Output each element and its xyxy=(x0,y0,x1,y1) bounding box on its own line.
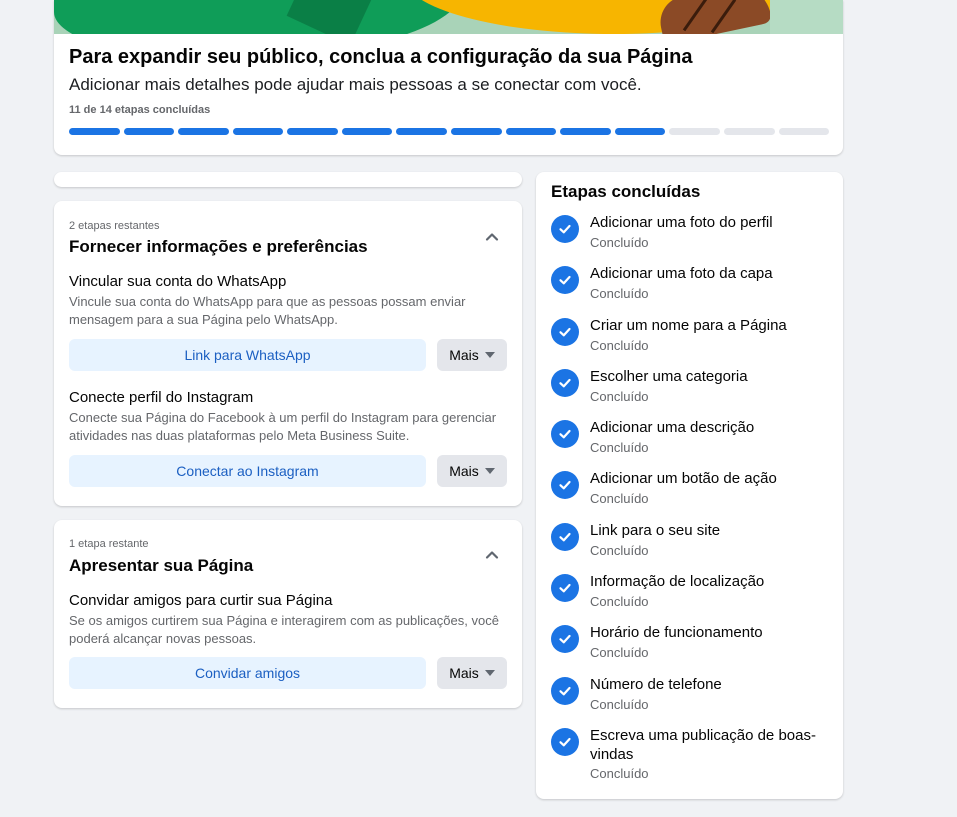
header-subtitle: Adicionar mais detalhes pode ajudar mais… xyxy=(69,75,642,94)
completed-step-status: Concluído xyxy=(590,696,649,712)
check-circle-icon xyxy=(551,215,579,243)
check-circle-icon xyxy=(551,574,579,603)
caret-down-icon xyxy=(484,352,495,358)
header-banner-illustration xyxy=(54,0,843,34)
more-button-invite[interactable]: Mais xyxy=(437,657,507,689)
completed-step-label: Informação de localização xyxy=(590,573,765,591)
completed-step-item: Criar um nome para a Página Concluído xyxy=(551,316,836,367)
setup-progress-bar xyxy=(69,128,830,135)
check-circle-icon xyxy=(551,727,579,756)
completed-step-status: Concluído xyxy=(590,645,649,661)
header-title: Para expandir seu público, conclua a con… xyxy=(69,46,693,68)
completed-step-status: Concluído xyxy=(590,235,649,250)
completed-step-item: Adicionar uma foto do perfil Concluído xyxy=(551,213,836,264)
completed-step-status: Concluído xyxy=(590,388,649,404)
check-circle-icon xyxy=(551,266,579,295)
completed-step-item: Horário de funcionamento Concluído xyxy=(551,623,836,674)
remaining-steps: 2 etapas restantes xyxy=(69,220,160,232)
chevron-up-icon[interactable] xyxy=(484,547,500,563)
progress-segment-complete xyxy=(232,128,284,135)
completed-step-item: Escreva uma publicação de boas-vindas Con… xyxy=(551,726,836,792)
more-button-instagram[interactable]: Mais xyxy=(437,455,507,487)
completed-step-item: Escolher uma categoria Concluído xyxy=(551,367,836,418)
progress-segment-complete xyxy=(560,128,611,135)
completed-step-item: Número de telefone Concluído xyxy=(551,675,836,726)
chevron-up-icon[interactable] xyxy=(484,229,500,245)
remaining-steps: 1 etapa restante xyxy=(69,538,149,550)
completed-step-status: Concluído xyxy=(590,440,649,456)
progress-segment-pending xyxy=(669,128,720,135)
completed-step-item: Informação de localização Concluído xyxy=(551,572,836,623)
check-circle-icon xyxy=(551,625,579,654)
completed-step-label: Escreva uma publicação de boas-vindas xyxy=(590,726,816,763)
progress-segment-pending xyxy=(778,128,830,135)
check-circle-icon xyxy=(551,420,579,449)
check-circle-icon xyxy=(551,676,579,705)
check-circle-icon xyxy=(551,317,579,346)
section-title: Apresentar sua Página xyxy=(69,556,254,575)
completed-step-label: Criar um nome para a Página xyxy=(590,316,787,334)
completed-steps-card: Etapas concluídas Adicionar uma foto do … xyxy=(536,172,843,799)
invite-friends-button[interactable]: Convidar amigos xyxy=(69,657,426,689)
progress-segment-complete xyxy=(614,128,666,135)
completed-step-label: Link para o seu site xyxy=(590,521,721,539)
check-circle-icon xyxy=(551,368,579,397)
progress-segment-pending xyxy=(723,128,775,135)
more-button-whatsapp[interactable]: Mais xyxy=(437,339,507,371)
check-circle-icon xyxy=(551,522,579,551)
completed-step-label: Adicionar um botão de ação xyxy=(590,470,777,488)
steps-count: 11 de 14 etapas concluídas xyxy=(69,104,211,116)
item-title-instagram: Conecte perfil do Instagram xyxy=(69,389,254,406)
item-description-invite: Se os amigos curtirem sua Página e inter… xyxy=(69,613,499,646)
progress-segment-complete xyxy=(123,128,175,135)
completed-step-label: Número de telefone xyxy=(590,675,722,693)
completed-step-label: Horário de funcionamento xyxy=(590,624,763,642)
completed-step-status: Concluído xyxy=(590,542,649,558)
caret-down-icon xyxy=(484,468,495,474)
section-card-info: 2 etapas restantes Fornecer informações … xyxy=(54,201,522,506)
caret-down-icon xyxy=(484,670,495,676)
completed-step-status: Concluído xyxy=(590,286,649,302)
setup-header-card: Para expandir seu público, conclua a con… xyxy=(54,0,843,155)
completed-step-label: Adicionar uma foto da capa xyxy=(590,265,773,283)
progress-segment-complete xyxy=(451,128,502,135)
section-card-page: 1 etapa restante Apresentar sua Página C… xyxy=(54,520,522,708)
completed-step-label: Adicionar uma descrição xyxy=(590,419,755,437)
completed-step-label: Adicionar uma foto do perfil xyxy=(590,214,773,231)
item-description-whatsapp: Vincule sua conta do WhatsApp para que a… xyxy=(69,294,466,327)
completed-step-item: Adicionar uma foto da capa Concluído xyxy=(551,264,836,315)
collapsed-card xyxy=(54,172,522,187)
completed-step-item: Adicionar uma descrição Concluído xyxy=(551,418,836,469)
connect-instagram-button[interactable]: Conectar ao Instagram xyxy=(69,455,426,487)
progress-segment-complete xyxy=(287,128,338,135)
progress-segment-complete xyxy=(341,128,393,135)
item-title-whatsapp: Vincular sua conta do WhatsApp xyxy=(69,273,287,290)
completed-step-status: Concluído xyxy=(590,765,649,781)
completed-title: Etapas concluídas xyxy=(551,182,701,201)
completed-steps-list: Adicionar uma foto do perfil Concluído Adi… xyxy=(551,213,836,792)
section-title: Fornecer informações e preferências xyxy=(69,237,368,256)
progress-segment-complete xyxy=(505,128,557,135)
more-label: Mais xyxy=(449,347,479,363)
completed-step-status: Concluído xyxy=(590,491,649,507)
link-whatsapp-button[interactable]: Link para WhatsApp xyxy=(69,339,426,371)
item-title-invite: Convidar amigos para curtir sua Página xyxy=(69,592,333,609)
item-description-instagram: Conecte sua Página do Facebook à um perf… xyxy=(69,410,497,443)
progress-segment-complete xyxy=(178,128,229,135)
progress-segment-complete xyxy=(396,128,448,135)
more-label: Mais xyxy=(449,665,479,681)
more-label: Mais xyxy=(449,463,479,479)
progress-segment-complete xyxy=(69,128,120,135)
check-circle-icon xyxy=(551,471,579,500)
completed-step-item: Link para o seu site Concluído xyxy=(551,521,836,572)
completed-step-item: Adicionar um botão de ação Concluído xyxy=(551,469,836,520)
completed-step-status: Concluído xyxy=(590,337,649,353)
completed-step-status: Concluído xyxy=(590,594,649,610)
completed-step-label: Escolher uma categoria xyxy=(590,367,748,385)
